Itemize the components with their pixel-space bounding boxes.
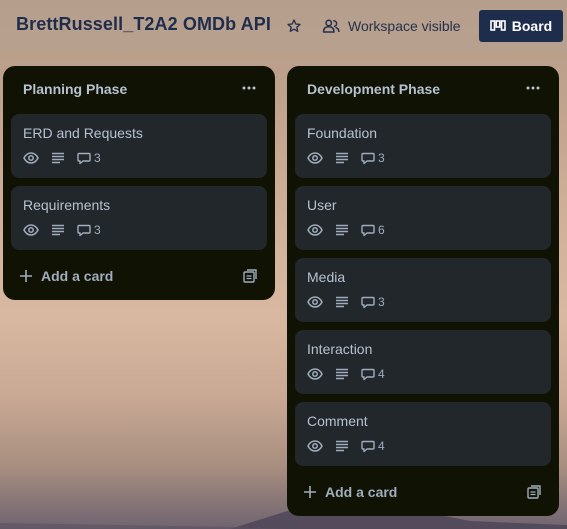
list-development-phase: Development Phase Foundation 3 User 6 Me…: [287, 66, 559, 516]
eye-icon: [307, 224, 323, 236]
card-title: Interaction: [307, 341, 373, 357]
eye-icon: [23, 224, 39, 236]
comments-badge: 3: [361, 295, 385, 309]
comments-badge: 3: [77, 151, 101, 165]
comment-icon: [361, 440, 375, 452]
comment-icon: [361, 224, 375, 236]
card-title: Comment: [307, 413, 368, 429]
star-button[interactable]: [282, 14, 306, 38]
card-badges: 3: [307, 294, 385, 310]
card-title: User: [307, 197, 337, 213]
add-card-button[interactable]: Add a card: [19, 266, 113, 286]
board-view-label: Board: [511, 18, 553, 34]
workspace-visibility-button[interactable]: Workspace visible: [322, 12, 461, 40]
create-from-template-button[interactable]: [241, 267, 259, 285]
comment-icon: [361, 368, 375, 380]
eye-icon: [307, 296, 323, 308]
card-badges: 3: [23, 222, 101, 238]
ellipsis-icon: [242, 86, 256, 90]
description-icon: [335, 152, 349, 164]
card-badges: 4: [307, 366, 385, 382]
comments-badge: 3: [361, 151, 385, 165]
comments-badge: 6: [361, 223, 385, 237]
template-icon: [527, 485, 541, 499]
add-card-label: Add a card: [325, 484, 398, 500]
list-title[interactable]: Development Phase: [307, 81, 440, 97]
comment-count: 6: [378, 223, 385, 237]
comments-badge: 4: [361, 367, 385, 381]
card-title: Foundation: [307, 125, 378, 141]
eye-icon: [307, 368, 323, 380]
description-icon: [335, 296, 349, 308]
workspace-visibility-label: Workspace visible: [348, 18, 461, 34]
plus-icon: [20, 270, 32, 282]
description-icon: [51, 152, 65, 164]
eye-icon: [307, 440, 323, 452]
card-badges: 3: [23, 150, 101, 166]
board-view-button[interactable]: Board: [479, 10, 563, 42]
card[interactable]: Comment 4: [295, 402, 551, 466]
comments-badge: 4: [361, 439, 385, 453]
create-from-template-button[interactable]: [525, 483, 543, 501]
comment-count: 3: [94, 223, 101, 237]
list-title[interactable]: Planning Phase: [23, 81, 127, 97]
description-icon: [335, 224, 349, 236]
board-title[interactable]: BrettRussell_T2A2 OMDb API: [16, 14, 271, 35]
board-view-icon: [489, 20, 506, 31]
card[interactable]: User 6: [295, 186, 551, 250]
card-title: ERD and Requests: [23, 125, 143, 141]
comment-count: 3: [378, 295, 385, 309]
comments-badge: 3: [77, 223, 101, 237]
card[interactable]: Foundation 3: [295, 114, 551, 178]
plus-icon: [304, 486, 316, 498]
board-header: BrettRussell_T2A2 OMDb API Workspace vis…: [0, 0, 567, 52]
card[interactable]: ERD and Requests 3: [11, 114, 267, 178]
card-title: Media: [307, 269, 346, 285]
list-planning-phase: Planning Phase ERD and Requests 3 Requir…: [3, 66, 275, 300]
template-icon: [243, 269, 257, 283]
card[interactable]: Requirements 3: [11, 186, 267, 250]
comment-count: 3: [94, 151, 101, 165]
comment-icon: [77, 152, 91, 164]
comment-icon: [77, 224, 91, 236]
card-badges: 4: [307, 438, 385, 454]
star-icon: [287, 19, 301, 32]
comment-count: 4: [378, 439, 385, 453]
card[interactable]: Interaction 4: [295, 330, 551, 394]
list-menu-button[interactable]: [521, 78, 545, 98]
eye-icon: [307, 152, 323, 164]
card-title: Requirements: [23, 197, 111, 213]
comment-count: 3: [378, 151, 385, 165]
description-icon: [335, 440, 349, 452]
ellipsis-icon: [526, 86, 540, 90]
comment-icon: [361, 152, 375, 164]
card-badges: 6: [307, 222, 385, 238]
card[interactable]: Media 3: [295, 258, 551, 322]
list-menu-button[interactable]: [237, 78, 261, 98]
add-card-button[interactable]: Add a card: [303, 482, 397, 502]
card-badges: 3: [307, 150, 385, 166]
add-card-label: Add a card: [41, 268, 114, 284]
description-icon: [51, 224, 65, 236]
comment-icon: [361, 296, 375, 308]
description-icon: [335, 368, 349, 380]
eye-icon: [23, 152, 39, 164]
people-icon: [322, 19, 340, 33]
comment-count: 4: [378, 367, 385, 381]
